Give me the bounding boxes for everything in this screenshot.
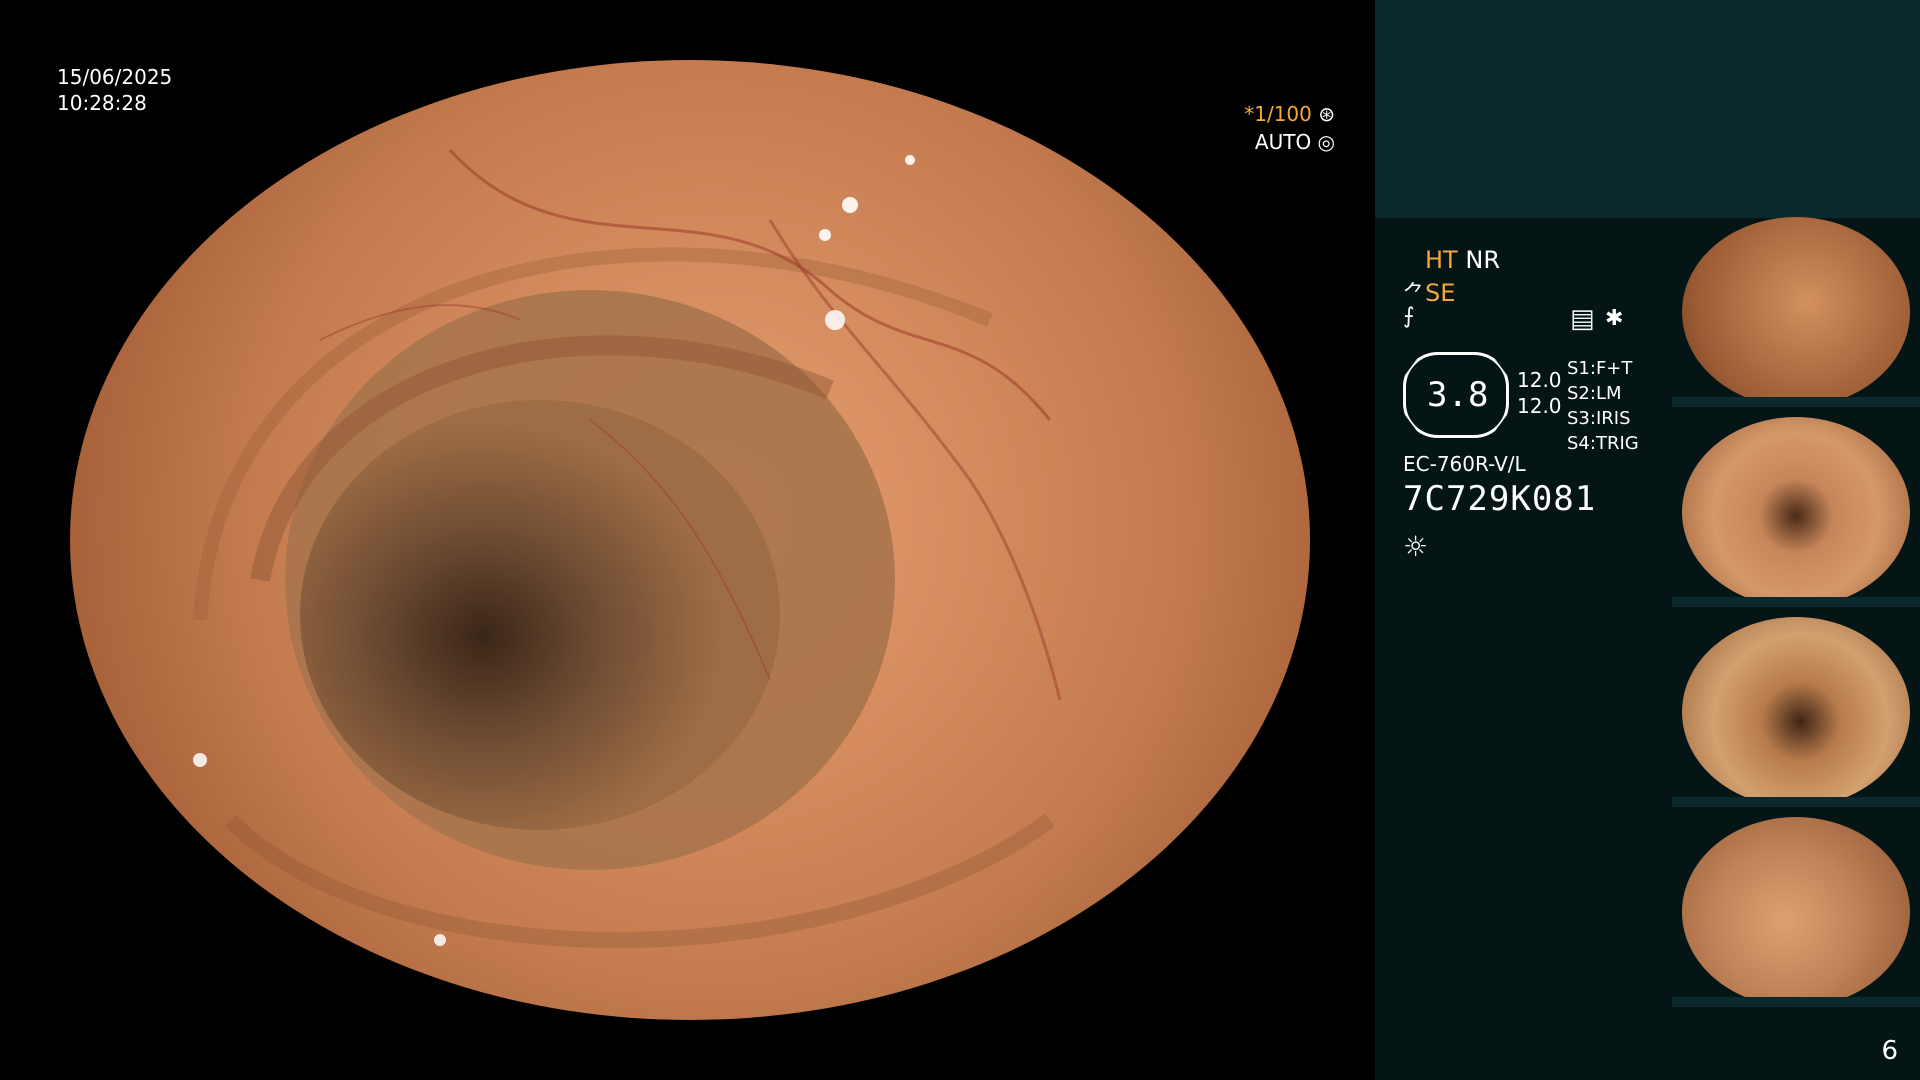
endoscope-view: 15/06/2025 10:28:28 *1/100 ⊛ AUTO ◎ — [0, 0, 1375, 1080]
scope-serial: 7C729K081 — [1403, 479, 1597, 519]
shutter-row: *1/100 ⊛ — [1244, 100, 1335, 128]
values-column: 12.0 12.0 — [1517, 367, 1562, 419]
thumbnail-2-image — [1682, 417, 1910, 607]
scope-model: EC-760R-V/L — [1403, 452, 1526, 476]
slot-1-label: S1: — [1567, 358, 1596, 379]
thumbnail-3-image — [1682, 617, 1910, 807]
auto-text: AUTO — [1254, 130, 1312, 154]
timestamp: 15/06/2025 10:28:28 — [57, 64, 172, 116]
shutter-text: *1/100 — [1244, 102, 1312, 126]
sidebar: HT NR ⺈SE ⨍ ▤ ✱ 3.8 12.0 12.0 S1:F+T S2:… — [1375, 0, 1920, 1080]
time-text: 10:28:28 — [57, 91, 147, 115]
slot-2-label: S2: — [1567, 383, 1596, 404]
memory-icon: ▤ — [1570, 304, 1595, 334]
slot-1: S1:F+T — [1567, 356, 1639, 381]
octagon-value: 3.8 — [1427, 375, 1489, 415]
endoscope-image — [70, 60, 1310, 1020]
light-icon: ☼ — [1403, 530, 1429, 563]
slot-4-label: S4: — [1567, 433, 1596, 454]
iris-icon: ◎ — [1317, 130, 1335, 154]
slot-1-value: F+T — [1595, 358, 1633, 379]
thumbnail-strip — [1672, 217, 1920, 1017]
thumbnail-3-bar — [1672, 797, 1920, 807]
thumbnail-1-bar — [1672, 397, 1920, 407]
thumbnail-2[interactable] — [1672, 417, 1920, 607]
slot-3-label: S3: — [1567, 408, 1596, 429]
mucosa-drawing — [193, 148, 1062, 948]
auto-row: AUTO ◎ — [1244, 128, 1335, 156]
date-text: 15/06/2025 — [57, 65, 173, 89]
thumbnail-4[interactable] — [1672, 817, 1920, 1007]
slot-3-value: IRIS — [1595, 408, 1631, 429]
thumbnail-1-image — [1682, 217, 1910, 407]
slot-4-value: TRIG — [1595, 433, 1639, 454]
slot-3: S3:IRIS — [1567, 406, 1639, 431]
thumbnail-3[interactable] — [1672, 617, 1920, 807]
sidebar-header-panel — [1375, 0, 1920, 218]
ht-label: HT — [1425, 246, 1458, 274]
slot-4: S4:TRIG — [1567, 431, 1639, 456]
shutter-icon: ⊛ — [1318, 102, 1335, 126]
exposure-info: *1/100 ⊛ AUTO ◎ — [1244, 100, 1335, 156]
slots-column: S1:F+T S2:LM S3:IRIS S4:TRIG — [1567, 356, 1639, 456]
ht-nr-row: HT NR — [1425, 246, 1500, 274]
se-label: SE — [1425, 279, 1456, 307]
value-2: 12.0 — [1517, 394, 1562, 418]
thumbnail-2-bar — [1672, 597, 1920, 607]
thumbnail-1[interactable] — [1672, 217, 1920, 407]
slot-2: S2:LM — [1567, 381, 1639, 406]
value-1: 12.0 — [1517, 368, 1562, 392]
star-icon: ✱ — [1605, 306, 1624, 331]
slot-2-value: LM — [1595, 383, 1622, 404]
page-number: 6 — [1881, 1036, 1898, 1066]
thumbnail-4-bar — [1672, 997, 1920, 1007]
thumbnail-4-image — [1682, 817, 1910, 1007]
nr-label: NR — [1465, 246, 1500, 274]
filter-icon: ⨍ — [1403, 304, 1415, 329]
